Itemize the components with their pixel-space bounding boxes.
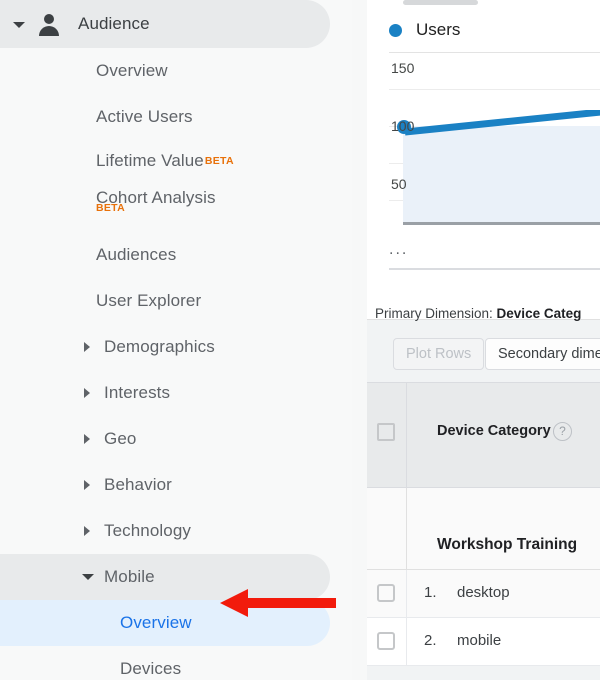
- overview-chart-card: Users 150 100 50 ... Primary Dimension: …: [367, 0, 600, 321]
- chevron-right-icon: [84, 526, 94, 536]
- sidebar-item-lifetime-value[interactable]: Lifetime Value BETA: [0, 140, 330, 182]
- screen-root: Audience Overview Active Users Lifetime …: [0, 0, 600, 680]
- sidebar-item-mobile-devices[interactable]: Devices: [0, 646, 330, 680]
- main-content: Users 150 100 50 ... Primary Dimension: …: [367, 0, 600, 680]
- sidebar-item-label: Behavior: [104, 475, 172, 494]
- chart-bottom-rule: [389, 268, 600, 270]
- row-checkbox-cell: [367, 570, 407, 617]
- legend-dot-users-icon: [389, 23, 402, 37]
- chart-x-axis-ellipsis: ...: [389, 241, 409, 258]
- sidebar-group-interests[interactable]: Interests: [0, 370, 330, 416]
- select-all-checkbox[interactable]: [377, 423, 395, 441]
- sidebar: Audience Overview Active Users Lifetime …: [0, 0, 352, 680]
- sidebar-group-geo[interactable]: Geo: [0, 416, 330, 462]
- chevron-right-icon: [84, 434, 94, 444]
- sidebar-item-label: Overview: [120, 613, 192, 632]
- sidebar-item-label: Mobile: [104, 567, 155, 586]
- chevron-right-icon: [84, 480, 94, 490]
- table-header-row: Device Category ?: [367, 382, 600, 488]
- plot-rows-button[interactable]: Plot Rows: [393, 338, 485, 370]
- sidebar-group-demographics[interactable]: Demographics: [0, 324, 330, 370]
- sidebar-item-label: User Explorer: [96, 291, 202, 310]
- column-header-device-category[interactable]: Device Category: [437, 423, 551, 439]
- primary-dimension-label: Primary Dimension:: [375, 306, 493, 321]
- help-icon[interactable]: ?: [553, 422, 572, 441]
- sidebar-item-label: Lifetime Value: [96, 151, 204, 170]
- legend-label-users: Users: [416, 20, 461, 39]
- row-label[interactable]: desktop: [457, 584, 510, 601]
- sidebar-item-label: Geo: [104, 429, 137, 448]
- chevron-right-icon: [84, 342, 94, 352]
- row-checkbox-cell: [367, 618, 407, 665]
- summary-checkbox-cell: [367, 488, 407, 569]
- table-row[interactable]: 1. desktop: [367, 570, 600, 618]
- person-icon: [36, 11, 62, 37]
- sidebar-section-label: Audience: [78, 14, 150, 33]
- sidebar-section-audience[interactable]: Audience: [0, 0, 330, 48]
- sidebar-item-label: Overview: [96, 61, 168, 80]
- table-row[interactable]: 2. mobile: [367, 618, 600, 666]
- primary-dimension-value[interactable]: Device Categ: [497, 306, 582, 321]
- header-checkbox-cell: [367, 383, 407, 487]
- y-axis-tick-50: 50: [391, 176, 407, 192]
- sidebar-group-behavior[interactable]: Behavior: [0, 462, 330, 508]
- sidebar-item-label: Demographics: [104, 337, 215, 356]
- summary-row-label: Workshop Training: [437, 536, 578, 553]
- y-axis-tick-100: 100: [391, 118, 415, 134]
- beta-badge: BETA: [96, 202, 126, 214]
- users-line-chart: 150 100 50: [389, 52, 600, 232]
- table-summary-row: Workshop Training: [367, 488, 600, 570]
- chart-area-fill: [403, 126, 600, 222]
- sidebar-group-mobile[interactable]: Mobile: [0, 554, 330, 600]
- sidebar-item-label: Active Users: [96, 107, 193, 126]
- sidebar-item-active-users[interactable]: Active Users: [0, 94, 330, 140]
- chart-line-users: [404, 110, 600, 136]
- sidebar-item-user-explorer[interactable]: User Explorer: [0, 278, 330, 324]
- sidebar-item-label: Interests: [104, 383, 171, 402]
- y-axis-tick-150: 150: [391, 60, 415, 76]
- chevron-down-icon: [12, 17, 26, 31]
- sidebar-item-cohort-analysis[interactable]: Cohort Analysis BETA: [0, 182, 330, 232]
- row-label[interactable]: mobile: [457, 632, 501, 649]
- sidebar-item-overview[interactable]: Overview: [0, 48, 330, 94]
- sidebar-item-label: Devices: [120, 659, 182, 678]
- row-checkbox[interactable]: [377, 632, 395, 650]
- row-index: 2.: [424, 632, 437, 649]
- primary-dimension: Primary Dimension: Device Categ: [375, 306, 581, 321]
- row-checkbox[interactable]: [377, 584, 395, 602]
- scrollbar-handle[interactable]: [403, 0, 478, 5]
- sidebar-item-label: Audiences: [96, 245, 177, 264]
- device-category-table: Device Category ? Workshop Training 1. d…: [367, 382, 600, 666]
- chevron-right-icon: [84, 388, 94, 398]
- row-index: 1.: [424, 584, 437, 601]
- sidebar-item-label: Technology: [104, 521, 192, 540]
- secondary-dimension-button[interactable]: Secondary dime: [485, 338, 600, 370]
- sidebar-group-technology[interactable]: Technology: [0, 508, 330, 554]
- sidebar-item-audiences[interactable]: Audiences: [0, 232, 330, 278]
- sidebar-item-mobile-overview[interactable]: Overview: [0, 600, 330, 646]
- chevron-down-icon: [82, 572, 94, 582]
- chart-legend[interactable]: Users: [389, 20, 460, 40]
- beta-badge: BETA: [204, 155, 234, 167]
- sidebar-item-label: Cohort Analysis BETA: [96, 188, 216, 214]
- chart-baseline: [403, 222, 600, 225]
